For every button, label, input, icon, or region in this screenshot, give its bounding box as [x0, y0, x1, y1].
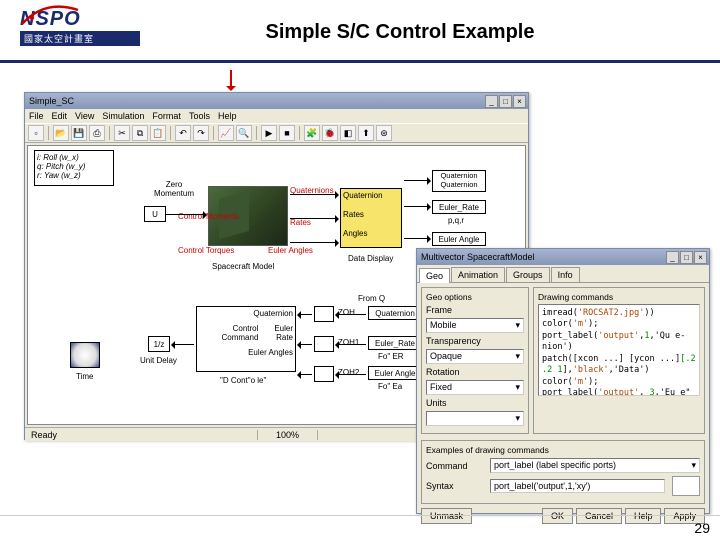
- units-select[interactable]: [426, 411, 524, 426]
- titlebar[interactable]: Multivector SpacecraftModel _ □ ×: [417, 249, 709, 265]
- footer-divider: [0, 515, 720, 516]
- unit-delay-label: Unit Delay: [140, 356, 177, 365]
- data-display-block[interactable]: Quaternion Rates Angles: [340, 188, 402, 248]
- menu-help[interactable]: Help: [218, 111, 237, 121]
- data-display-label: Data Display: [348, 254, 393, 263]
- minimize-button[interactable]: _: [485, 95, 498, 108]
- transparency-select[interactable]: Opaque: [426, 349, 524, 364]
- help-button[interactable]: Help: [625, 508, 662, 524]
- zoom-icon[interactable]: 🔍: [236, 125, 252, 141]
- close-button[interactable]: ×: [694, 251, 707, 264]
- command-select[interactable]: port_label (label specific ports): [490, 458, 700, 473]
- close-button[interactable]: ×: [513, 95, 526, 108]
- undo-icon[interactable]: ↶: [175, 125, 191, 141]
- goto-euler-angle[interactable]: Euler Angle: [432, 232, 486, 246]
- zoh1-label: ZOH1: [338, 338, 359, 347]
- up-icon[interactable]: ⬆: [358, 125, 374, 141]
- minimize-button[interactable]: _: [666, 251, 679, 264]
- redo-icon[interactable]: ↷: [193, 125, 209, 141]
- menubar: File Edit View Simulation Format Tools H…: [25, 109, 528, 123]
- cut-icon[interactable]: ✂: [114, 125, 130, 141]
- port-euler-angles: Euler Angles: [268, 246, 313, 255]
- tab-groups[interactable]: Groups: [506, 267, 550, 282]
- copy-icon[interactable]: ⧉: [132, 125, 148, 141]
- lib-icon[interactable]: 🧩: [304, 125, 320, 141]
- controller-block[interactable]: Quaternion Control Command Euler Rate Eu…: [196, 306, 296, 372]
- examples-group: Examples of drawing commands Commandport…: [421, 440, 705, 504]
- time-label: Time: [76, 372, 93, 381]
- save-icon[interactable]: 💾: [71, 125, 87, 141]
- page-number: 29: [694, 520, 710, 536]
- status-ready: Ready: [25, 430, 258, 440]
- maximize-button[interactable]: □: [499, 95, 512, 108]
- nspo-logo: NSPO 國家太空計畫室: [20, 8, 140, 56]
- tabbar: Geo Animation Groups Info: [417, 265, 709, 283]
- preview-thumb: [672, 476, 700, 496]
- from-q-label: From Q: [358, 294, 385, 303]
- maximize-button[interactable]: □: [680, 251, 693, 264]
- tab-animation[interactable]: Animation: [451, 267, 505, 282]
- callout-arrow: [230, 70, 232, 90]
- annotation-block[interactable]: i: Roll (w_x) q: Pitch (w_y) r: Yaw (w_z…: [34, 150, 114, 186]
- menu-simulation[interactable]: Simulation: [102, 111, 144, 121]
- mask-editor-window: Multivector SpacecraftModel _ □ × Geo An…: [416, 248, 710, 514]
- goto-euler-rate[interactable]: Euler_Rate: [432, 200, 486, 214]
- zoh-label: ZOH: [338, 308, 355, 317]
- ok-button[interactable]: OK: [542, 508, 573, 524]
- menu-edit[interactable]: Edit: [52, 111, 68, 121]
- from-euler-angle[interactable]: Euler Angle: [368, 366, 422, 380]
- controller-label: "D Cont"o le": [220, 376, 266, 385]
- drawing-commands-group: Drawing commands imread('ROCSAT2.jpg'))c…: [533, 287, 705, 434]
- zoh2-label: ZOH2: [338, 368, 359, 377]
- titlebar[interactable]: Simple_SC _ □ ×: [25, 93, 528, 109]
- graph-icon[interactable]: 📈: [218, 125, 234, 141]
- unmask-button[interactable]: Unmask: [421, 508, 472, 524]
- syntax-field[interactable]: port_label('output',1,'xy'): [490, 479, 665, 493]
- goto-quaternion[interactable]: Quaternion Quaternion: [432, 170, 486, 192]
- toolbar: ▫ 📂 💾 ⎙ ✂ ⧉ 📋 ↶ ↷ 📈 🔍 ▶ ■ 🧩 🐞 ◧ ⬆ ⊛: [25, 123, 528, 143]
- clock-block[interactable]: [70, 342, 100, 368]
- from-ea-label: Fo" Ea: [378, 382, 402, 391]
- new-icon[interactable]: ▫: [28, 125, 44, 141]
- zero-momentum-label: Zero Momentum: [144, 180, 204, 198]
- constant-block[interactable]: U: [144, 206, 166, 222]
- port-rates: Rates: [290, 218, 311, 227]
- menu-format[interactable]: Format: [152, 111, 181, 121]
- menu-file[interactable]: File: [29, 111, 44, 121]
- tab-info[interactable]: Info: [551, 267, 580, 282]
- port-control-torques: Control Torques: [178, 246, 234, 255]
- from-er-label: Fo" ER: [378, 352, 404, 361]
- stop-icon[interactable]: ■: [279, 125, 295, 141]
- toggle-icon[interactable]: ⊛: [376, 125, 392, 141]
- frame-select[interactable]: Mobile: [426, 318, 524, 333]
- page-title: Simple S/C Control Example: [100, 21, 700, 44]
- spacecraft-model-label: Spacecraft Model: [212, 262, 274, 271]
- rotation-select[interactable]: Fixed: [426, 380, 524, 395]
- divider: [0, 60, 720, 63]
- pqr-label: p,q,r: [448, 216, 464, 225]
- paste-icon[interactable]: 📋: [150, 125, 166, 141]
- from-quaternion[interactable]: Quaternion: [368, 306, 422, 320]
- menu-tools[interactable]: Tools: [189, 111, 210, 121]
- status-zoom: 100%: [258, 430, 318, 440]
- menu-view[interactable]: View: [75, 111, 94, 121]
- drawing-commands-code[interactable]: imread('ROCSAT2.jpg'))color('m'); port_l…: [538, 304, 700, 396]
- tab-geo[interactable]: Geo: [419, 268, 450, 283]
- print-icon[interactable]: ⎙: [89, 125, 105, 141]
- window-title: Multivector SpacecraftModel: [421, 252, 535, 262]
- from-euler-rate[interactable]: Euler_Rate: [368, 336, 422, 350]
- open-icon[interactable]: 📂: [53, 125, 69, 141]
- build-icon[interactable]: ◧: [340, 125, 356, 141]
- geo-options-group: Geo options Frame Mobile Transparency Op…: [421, 287, 529, 434]
- run-icon[interactable]: ▶: [261, 125, 277, 141]
- window-title: Simple_SC: [29, 96, 74, 106]
- cancel-button[interactable]: Cancel: [576, 508, 622, 524]
- debug-icon[interactable]: 🐞: [322, 125, 338, 141]
